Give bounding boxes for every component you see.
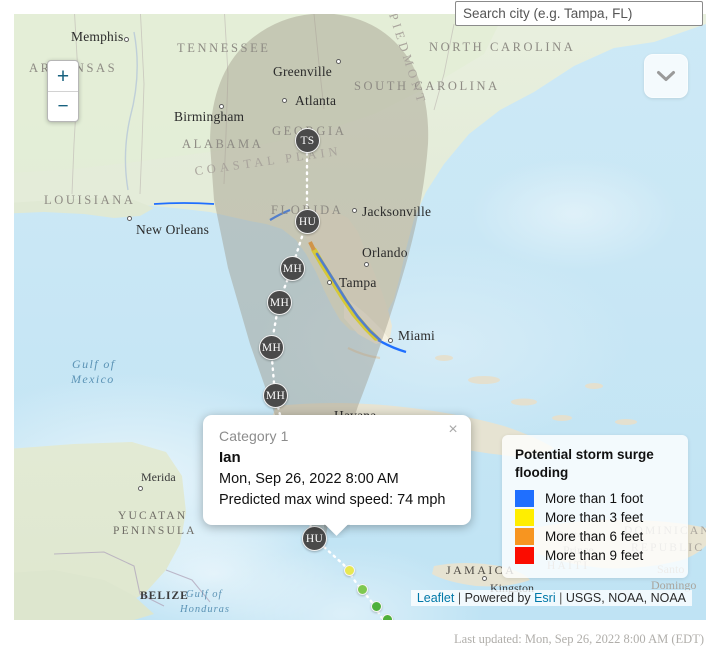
- popup-wind-speed: Predicted max wind speed: 74 mph: [219, 491, 446, 508]
- map-attribution[interactable]: Leaflet | Powered by Esri | USGS, NOAA, …: [410, 590, 692, 606]
- legend-swatch-9ft: [515, 547, 534, 564]
- legend-label: More than 9 feet: [545, 548, 644, 563]
- track-marker-mh[interactable]: MH: [280, 256, 305, 281]
- city-marker-dot: [219, 104, 224, 109]
- attrib-sources: USGS, NOAA, NOAA: [565, 591, 686, 605]
- city-marker-dot: [127, 216, 132, 221]
- leaflet-map[interactable]: TENNESSEE ARKANSAS NORTH CAROLINA SOUTH …: [14, 14, 706, 620]
- leaflet-link[interactable]: Leaflet: [417, 591, 455, 605]
- chevron-down-icon: [657, 70, 675, 81]
- city-marker-dot: [388, 338, 393, 343]
- map-canvas[interactable]: TENNESSEE ARKANSAS NORTH CAROLINA SOUTH …: [14, 14, 706, 620]
- zoom-out-button[interactable]: −: [48, 91, 78, 121]
- city-marker-dot: [336, 59, 341, 64]
- zoom-controls[interactable]: + −: [47, 60, 79, 122]
- track-point-dot[interactable]: [344, 565, 355, 576]
- track-marker-mh[interactable]: MH: [263, 383, 288, 408]
- storm-surge-legend: Potential storm surge flooding More than…: [502, 434, 688, 578]
- attrib-powered-by: Powered by: [464, 591, 531, 605]
- track-marker-ts[interactable]: TS: [295, 128, 320, 153]
- track-point-dot[interactable]: [357, 584, 368, 595]
- legend-title: Potential storm surge flooding: [515, 446, 654, 481]
- city-marker-dot: [352, 208, 357, 213]
- city-marker-dot: [138, 486, 143, 491]
- city-marker-dot: [364, 262, 369, 267]
- track-point-dot[interactable]: [382, 614, 393, 620]
- storm-info-popup[interactable]: × Category 1 Ian Mon, Sep 26, 2022 8:00 …: [203, 415, 471, 526]
- last-updated-text: Last updated: Mon, Sep 26, 2022 8:00 AM …: [454, 632, 704, 646]
- popup-tip: [324, 524, 350, 538]
- esri-link[interactable]: Esri: [534, 591, 556, 605]
- legend-item: More than 9 feet: [515, 547, 676, 564]
- city-marker-dot: [327, 280, 332, 285]
- legend-label: More than 6 feet: [545, 529, 644, 544]
- popup-timestamp: Mon, Sep 26, 2022 8:00 AM: [219, 471, 399, 487]
- popup-category: Category 1: [219, 428, 289, 444]
- legend-item: More than 6 feet: [515, 528, 676, 545]
- city-marker-dot: [124, 37, 129, 42]
- search-box[interactable]: [455, 1, 703, 26]
- track-marker-mh[interactable]: MH: [267, 290, 292, 315]
- track-point-dot[interactable]: [371, 601, 382, 612]
- attrib-sep: |: [559, 591, 563, 605]
- legend-swatch-1ft: [515, 490, 534, 507]
- track-marker-hu[interactable]: HU: [295, 209, 320, 234]
- collapse-panel-button[interactable]: [644, 54, 688, 98]
- zoom-in-button[interactable]: +: [48, 61, 78, 91]
- legend-swatch-6ft: [515, 528, 534, 545]
- legend-item: More than 1 foot: [515, 490, 676, 507]
- track-marker-mh[interactable]: MH: [259, 335, 284, 360]
- legend-label: More than 1 foot: [545, 491, 644, 506]
- legend-swatch-3ft: [515, 509, 534, 526]
- attrib-sep: |: [457, 591, 462, 605]
- popup-storm-name: Ian: [219, 449, 241, 466]
- legend-label: More than 3 feet: [545, 510, 644, 525]
- city-marker-dot: [282, 98, 287, 103]
- popup-close-icon[interactable]: ×: [445, 422, 461, 438]
- hurricane-tracker-page: TENNESSEE ARKANSAS NORTH CAROLINA SOUTH …: [0, 0, 720, 659]
- search-input[interactable]: [455, 1, 703, 26]
- city-marker-dot: [482, 576, 487, 581]
- legend-item: More than 3 feet: [515, 509, 676, 526]
